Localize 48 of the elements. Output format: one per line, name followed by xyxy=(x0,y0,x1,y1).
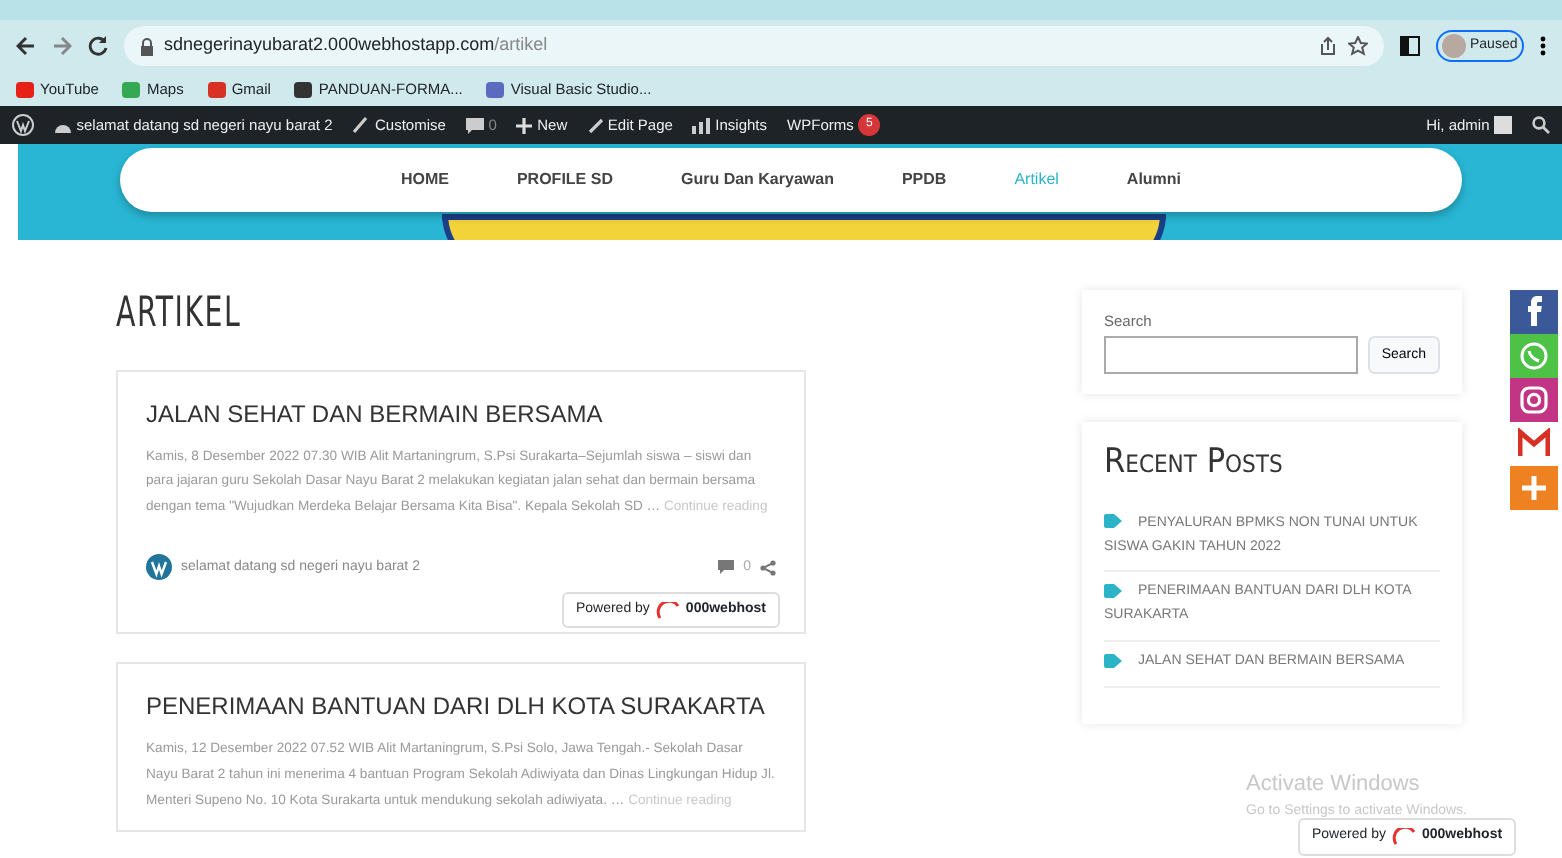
url-text: sdnegerinayubarat2.000webhostapp.com/artikel xyxy=(164,32,548,59)
side-panel-icon[interactable] xyxy=(1399,36,1419,56)
avatar-circle xyxy=(1441,34,1466,58)
star-icon[interactable] xyxy=(1347,36,1367,56)
swirl-icon xyxy=(655,601,680,620)
avatar-square xyxy=(1494,116,1512,134)
tag-icon xyxy=(1104,653,1122,668)
bookmark-icon xyxy=(16,81,34,97)
nav-link[interactable]: PPDB xyxy=(901,168,947,192)
page-title: ARTIKEL xyxy=(116,288,244,339)
bookmark-icon xyxy=(207,81,226,97)
post-title[interactable]: PENERIMAAN BANTUAN DARI DLH KOTA SURAKARTA xyxy=(146,692,776,722)
plus-icon xyxy=(516,117,533,133)
bookmark-icon xyxy=(294,81,313,97)
share-icon[interactable] xyxy=(760,559,776,576)
pencil-icon xyxy=(587,117,604,133)
swirl-icon xyxy=(1391,827,1416,846)
nav-link[interactable]: HOME xyxy=(400,168,449,192)
wordpress-logo-icon xyxy=(146,554,172,581)
bar-chart-icon xyxy=(692,117,711,133)
share-button[interactable] xyxy=(1510,290,1558,334)
whatsapp-icon xyxy=(1518,340,1550,372)
nav-link[interactable]: PROFILE SD xyxy=(516,168,613,192)
search-icon[interactable] xyxy=(1532,116,1550,134)
post-title[interactable]: JALAN SEHAT DAN BERMAIN BERSAMA xyxy=(146,400,776,430)
nav-link[interactable]: Guru Dan Karyawan xyxy=(680,168,834,192)
back-arrow-icon[interactable] xyxy=(16,36,36,56)
reload-icon[interactable] xyxy=(88,36,108,56)
wordpress-logo-icon[interactable] xyxy=(12,114,34,136)
tag-icon xyxy=(1104,514,1122,529)
bookmark-icon xyxy=(122,81,141,97)
lock-icon xyxy=(140,37,154,55)
share-button[interactable] xyxy=(1510,378,1558,422)
nav-link[interactable]: Alumni xyxy=(1126,168,1182,192)
bookmark-icon xyxy=(486,81,505,97)
brush-icon xyxy=(352,116,371,134)
forward-arrow-icon[interactable] xyxy=(52,36,72,56)
share-icon[interactable] xyxy=(1317,36,1337,56)
comment-icon xyxy=(718,560,735,575)
tag-icon xyxy=(1104,584,1122,599)
widget-title: Recent Posts xyxy=(1104,442,1285,484)
instagram-icon xyxy=(1518,384,1550,416)
plus-icon xyxy=(1518,472,1550,504)
menu-icon[interactable] xyxy=(1540,36,1546,56)
comment-icon xyxy=(465,117,484,133)
mail-icon xyxy=(1518,428,1550,460)
search-field[interactable] xyxy=(1104,336,1359,375)
address-bar[interactable]: sdnegerinayubarat2.000webhostapp.com/artikel xyxy=(124,26,1383,66)
